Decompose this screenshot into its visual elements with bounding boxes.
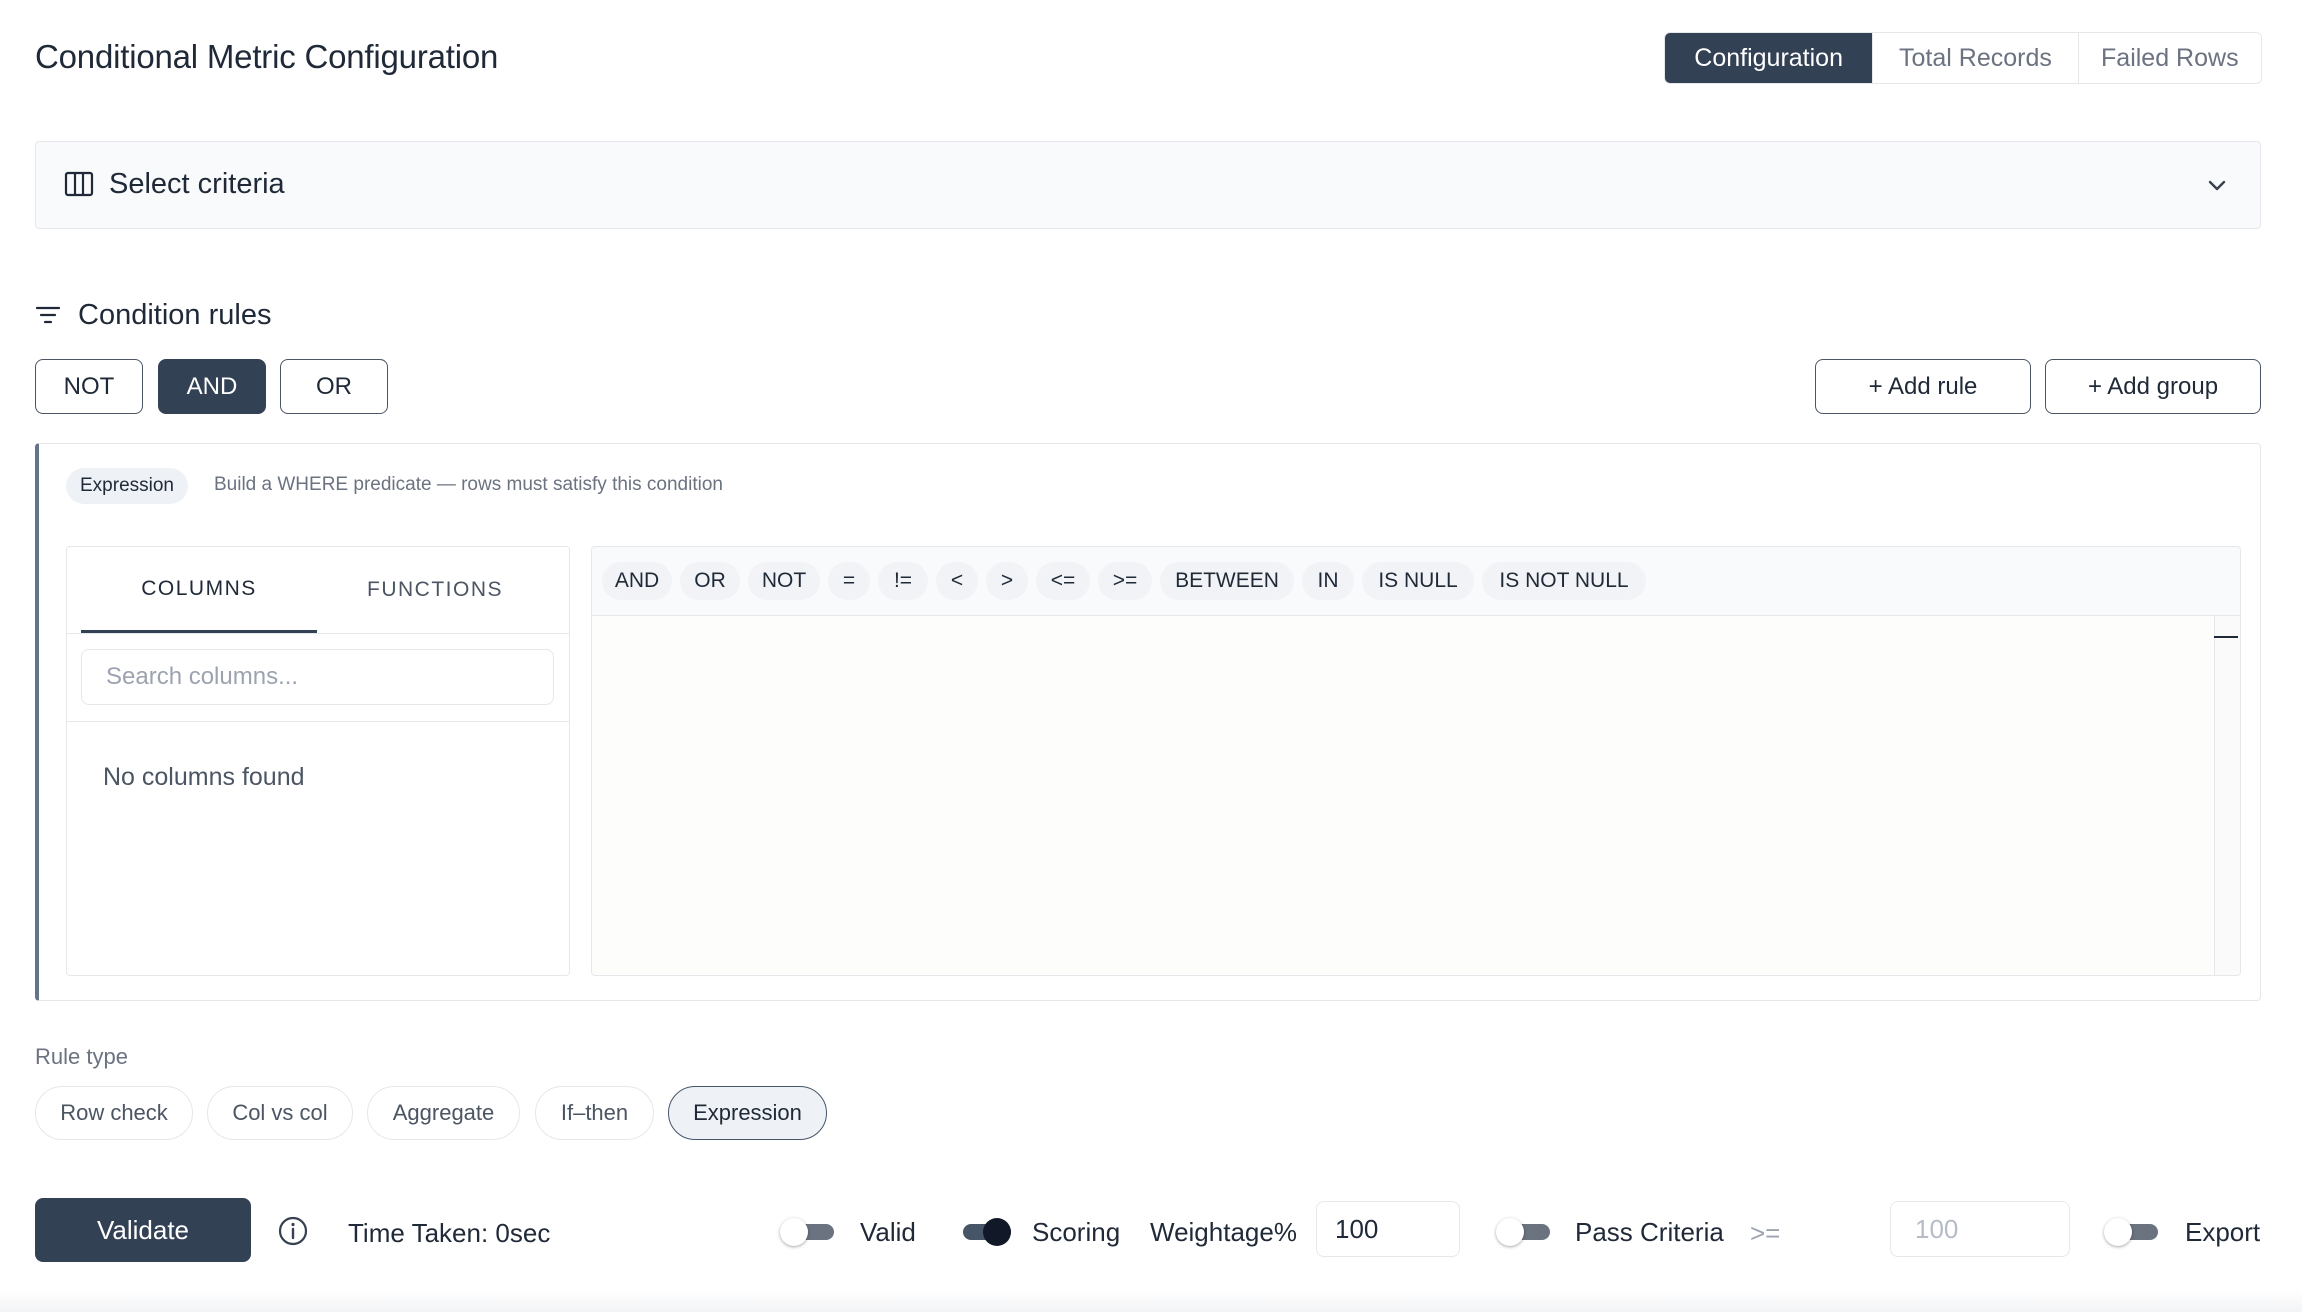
rule-type-aggregate[interactable]: Aggregate (367, 1086, 520, 1140)
operator-is-not-null[interactable]: IS NOT NULL (1482, 562, 1646, 600)
editor-cursor (2214, 636, 2238, 638)
tab-failed-rows[interactable]: Failed Rows (2077, 33, 2261, 83)
columns-icon (64, 171, 94, 197)
divider (67, 633, 569, 634)
operator-and[interactable]: AND (602, 562, 672, 600)
operator-less-equal[interactable]: <= (1036, 562, 1090, 600)
pass-criteria-label: Pass Criteria (1575, 1217, 1724, 1247)
rule-type-if-then[interactable]: If–then (535, 1086, 654, 1140)
expression-badge: Expression (66, 468, 188, 504)
operator-in[interactable]: IN (1302, 562, 1354, 600)
logic-or-button[interactable]: OR (280, 359, 388, 414)
operator-not[interactable]: NOT (748, 562, 820, 600)
expression-editor[interactable]: AND OR NOT = != < > <= >= BETWEEN IN IS … (591, 546, 2241, 976)
scoring-toggle[interactable] (957, 1218, 1011, 1246)
operator-between[interactable]: BETWEEN (1160, 562, 1294, 600)
tab-functions[interactable]: FUNCTIONS (317, 547, 553, 633)
expression-panel: Expression Build a WHERE predicate — row… (35, 443, 2261, 1001)
rule-type-row-check[interactable]: Row check (35, 1086, 193, 1140)
scoring-label: Scoring (1032, 1217, 1121, 1247)
toggle-knob (2104, 1218, 2132, 1246)
select-criteria-label: Select criteria (109, 168, 285, 200)
operator-less-than[interactable]: < (936, 562, 978, 600)
logic-not-button[interactable]: NOT (35, 359, 143, 414)
tab-configuration[interactable]: Configuration (1665, 33, 1873, 83)
divider (67, 721, 569, 722)
valid-toggle[interactable] (780, 1218, 834, 1246)
editor-scrollbar[interactable] (2214, 616, 2240, 975)
time-taken: Time Taken: 0sec (348, 1218, 551, 1248)
operator-not-equals[interactable]: != (878, 562, 928, 600)
toggle-knob (983, 1218, 1011, 1246)
columns-panel: COLUMNS FUNCTIONS No columns found (66, 546, 570, 976)
condition-rules-title: Condition rules (78, 299, 272, 331)
tab-total-records[interactable]: Total Records (1872, 33, 2078, 83)
rule-type-expression[interactable]: Expression (668, 1086, 827, 1140)
logic-and-button[interactable]: AND (158, 359, 266, 414)
empty-columns-message: No columns found (103, 763, 305, 791)
operator-greater-than[interactable]: > (986, 562, 1028, 600)
weightage-label: Weightage% (1150, 1217, 1297, 1247)
view-tabs: Configuration Total Records Failed Rows (1664, 32, 2262, 84)
pass-criteria-input[interactable] (1890, 1201, 2070, 1257)
operator-equals[interactable]: = (828, 562, 870, 600)
valid-label: Valid (860, 1217, 916, 1247)
export-toggle[interactable] (2104, 1218, 2158, 1246)
add-group-button[interactable]: + Add group (2045, 359, 2261, 414)
search-columns-input[interactable] (81, 649, 554, 705)
pass-operator: >= (1750, 1218, 1781, 1248)
operator-or[interactable]: OR (680, 562, 740, 600)
tab-columns[interactable]: COLUMNS (81, 547, 317, 633)
rule-type-col-vs-col[interactable]: Col vs col (207, 1086, 353, 1140)
validate-button[interactable]: Validate (35, 1198, 251, 1262)
pass-criteria-toggle[interactable] (1496, 1218, 1550, 1246)
filter-icon (36, 306, 60, 324)
add-rule-button[interactable]: + Add rule (1815, 359, 2031, 414)
chevron-down-icon[interactable] (2206, 174, 2228, 196)
toggle-knob (780, 1218, 808, 1246)
operator-greater-equal[interactable]: >= (1098, 562, 1152, 600)
select-criteria-accordion[interactable]: Select criteria (35, 141, 2261, 229)
bottom-shadow (0, 1290, 2302, 1312)
operator-is-null[interactable]: IS NULL (1362, 562, 1474, 600)
toggle-knob (1496, 1218, 1524, 1246)
info-icon[interactable] (278, 1216, 308, 1246)
export-label: Export (2185, 1217, 2261, 1247)
page-title: Conditional Metric Configuration (35, 38, 499, 75)
weightage-input[interactable] (1316, 1201, 1460, 1257)
rule-type-label: Rule type (35, 1044, 128, 1069)
operator-toolbar: AND OR NOT = != < > <= >= BETWEEN IN IS … (592, 547, 2240, 616)
expression-hint: Build a WHERE predicate — rows must sati… (214, 474, 723, 495)
